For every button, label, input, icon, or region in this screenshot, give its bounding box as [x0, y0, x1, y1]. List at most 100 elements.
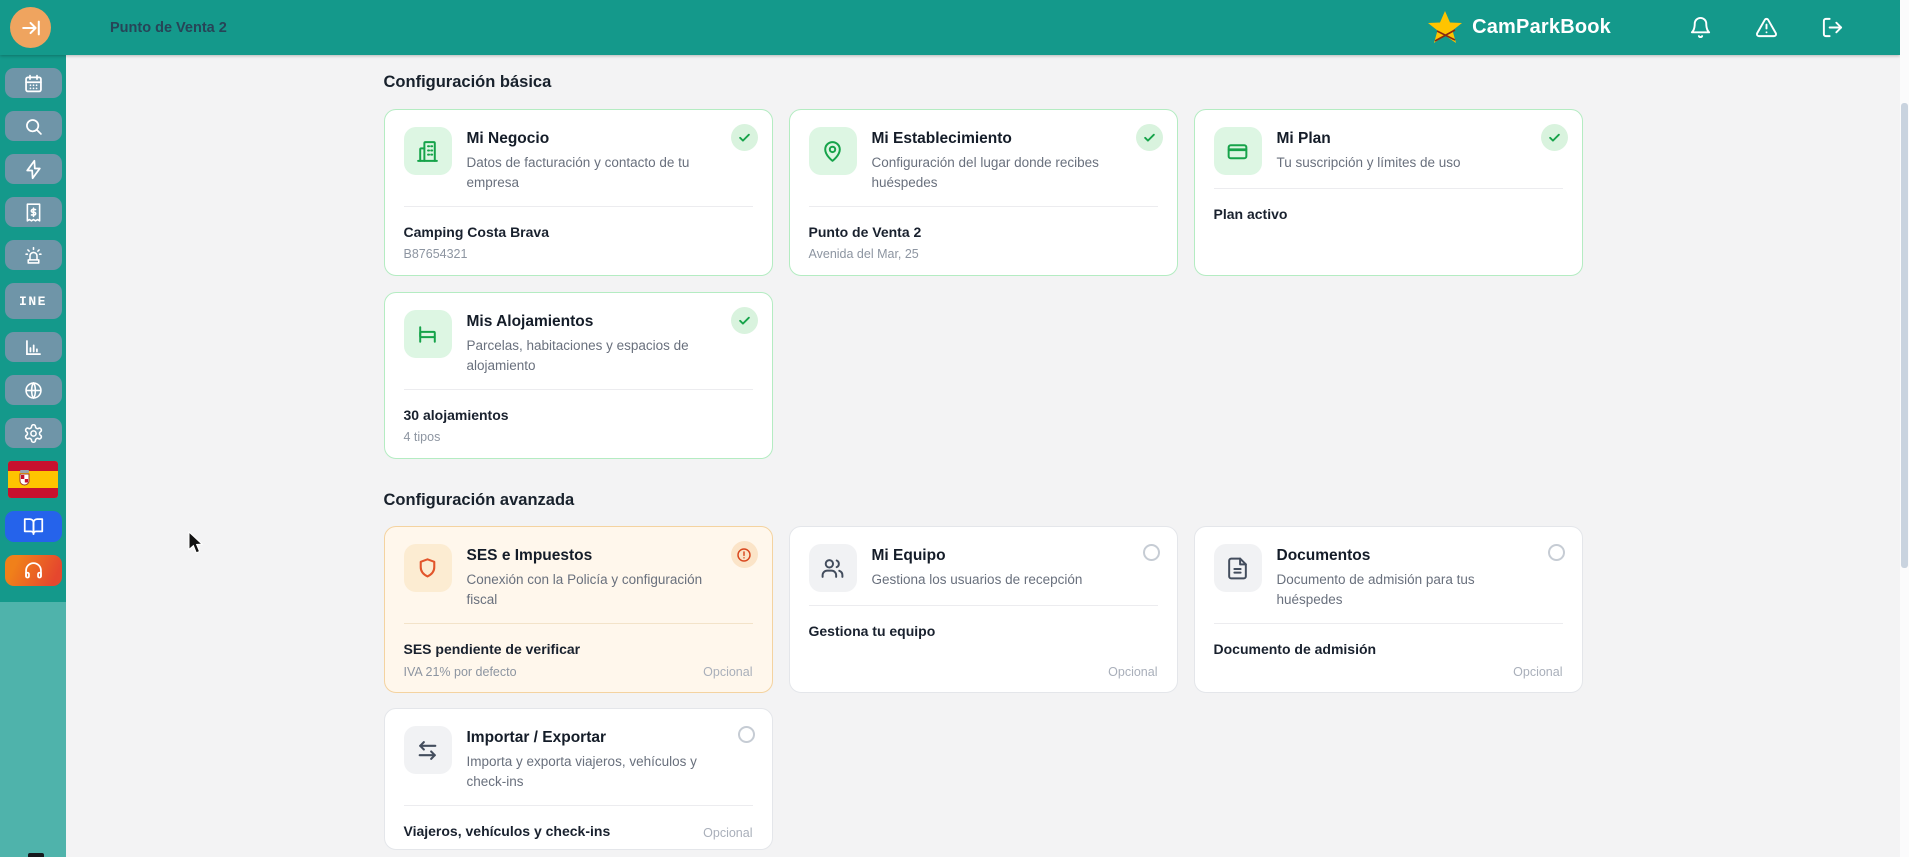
sidebar-item-web[interactable]: [4, 375, 62, 405]
card-footer: Punto de Venta 2 Avenida del Mar, 25: [808, 206, 1158, 262]
card-mi-plan[interactable]: Mi Plan Tu suscripción y límites de uso …: [1193, 109, 1583, 276]
sidebar-item-calendar[interactable]: [4, 68, 62, 98]
footer-bottom-row: Opcional: [1214, 665, 1562, 679]
book-open-icon: [23, 516, 44, 537]
card-titles: Mis Alojamientos Parcelas, habitaciones …: [467, 310, 729, 376]
calendar-icon: [23, 73, 44, 94]
card-description: Documento de admisión para tus huéspedes: [1276, 572, 1475, 607]
section-title-advanced: Configuración avanzada: [383, 491, 575, 509]
footer-subvalue: B87654321: [403, 246, 468, 261]
card-head: Mi Equipo Gestiona los usuarios de recep…: [808, 544, 1158, 592]
collapse-sidebar-button[interactable]: [10, 7, 51, 48]
optional-badge: Opcional: [1108, 665, 1158, 679]
arrow-right-to-line-icon: [20, 17, 42, 39]
footer-value: 30 alojamientos: [403, 407, 509, 423]
card-footer: 30 alojamientos 4 tipos: [403, 389, 753, 445]
card-footer: Viajeros, vehículos y check-ins Opcional: [403, 805, 753, 840]
card-title: Importar / Exportar: [466, 729, 607, 746]
card-titles: Documentos Documento de admisión para tu…: [1277, 544, 1539, 610]
card-titles: Mi Establecimiento Configuración del lug…: [872, 127, 1134, 193]
basic-cards-row-2: Mis Alojamientos Parcelas, habitaciones …: [383, 292, 1583, 459]
footer-value: Punto de Venta 2: [808, 224, 922, 240]
advanced-cards-row-1: SES e Impuestos Conexión con la Policía …: [383, 526, 1583, 693]
footer-value: Plan activo: [1213, 206, 1288, 222]
file-text-icon: [1213, 544, 1262, 592]
card-title: Mi Equipo: [871, 547, 946, 564]
status-completed-badge: [730, 124, 758, 151]
notifications-button[interactable]: [1689, 16, 1712, 39]
card-head: Documentos Documento de admisión para tu…: [1213, 544, 1563, 610]
footer-subvalue: IVA 21% por defecto: [403, 665, 517, 679]
spain-coat-of-arms: [18, 470, 31, 486]
headphones-icon: [23, 560, 44, 581]
bell-icon: [1689, 16, 1712, 39]
card-mis-alojamientos[interactable]: Mis Alojamientos Parcelas, habitaciones …: [383, 292, 773, 459]
brand-name: CamParkBook: [1472, 16, 1611, 38]
map-pin-icon: [808, 127, 857, 175]
card-head: Mi Negocio Datos de facturación y contac…: [403, 127, 753, 193]
card-mi-equipo[interactable]: Mi Equipo Gestiona los usuarios de recep…: [788, 526, 1178, 693]
advanced-cards-row-2: Importar / Exportar Importa y exporta vi…: [383, 708, 1583, 850]
card-mi-establecimiento[interactable]: Mi Establecimiento Configuración del lug…: [788, 109, 1178, 276]
card-footer: Plan activo: [1213, 188, 1563, 262]
log-out-icon: [1821, 16, 1844, 39]
brand-star-icon: [1425, 8, 1465, 48]
card-footer: SES pendiente de verificar IVA 21% por d…: [403, 623, 753, 679]
alerts-button[interactable]: [1755, 16, 1778, 39]
footer-value: Documento de admisión: [1213, 641, 1377, 657]
shield-icon: [403, 544, 452, 592]
card-description: Gestiona los usuarios de recepción: [871, 572, 1083, 587]
credit-card-icon: [1213, 127, 1262, 175]
status-completed-badge: [1135, 124, 1163, 151]
status-warning-badge: [730, 541, 758, 568]
card-title: Mi Negocio: [466, 130, 550, 147]
status-completed-badge: [1540, 124, 1568, 151]
card-head: Importar / Exportar Importa y exporta vi…: [403, 726, 753, 792]
status-completed-badge: [730, 307, 758, 334]
taskbar-notch: [28, 853, 44, 857]
sidebar-item-guide[interactable]: [4, 511, 62, 542]
users-icon: [808, 544, 857, 592]
card-titles: Mi Plan Tu suscripción y límites de uso: [1277, 127, 1539, 175]
sidebar-item-billing[interactable]: [4, 197, 62, 227]
card-description: Importa y exporta viajeros, vehículos y …: [466, 754, 697, 789]
main-area: Configuración básica Mi Negocio Datos de…: [66, 55, 1900, 857]
footer-subvalue: Avenida del Mar, 25: [808, 246, 919, 261]
status-pending-circle: [1547, 544, 1565, 561]
card-description: Datos de facturación y contacto de tu em…: [466, 155, 690, 190]
section-title-basic: Configuración básica: [383, 73, 552, 91]
triangle-alert-icon: [1755, 16, 1778, 39]
sidebar-item-quick-actions[interactable]: [4, 154, 62, 184]
footer-value: Viajeros, vehículos y check-ins: [403, 823, 611, 839]
card-title: Mis Alojamientos: [466, 313, 594, 330]
footer-value: SES pendiente de verificar: [403, 641, 581, 657]
page-scrollbar[interactable]: [1900, 0, 1909, 857]
sidebar-item-support[interactable]: [4, 555, 62, 586]
bed-icon: [403, 310, 452, 358]
settings-dashboard: Configuración básica Mi Negocio Datos de…: [383, 55, 1583, 850]
receipt-dollar-icon: [23, 202, 44, 223]
card-footer: Camping Costa Brava B87654321: [403, 206, 753, 262]
sidebar-item-language-spain-flag[interactable]: [8, 461, 58, 498]
header-actions: [1689, 16, 1844, 39]
brand: CamParkBook: [1425, 8, 1611, 48]
card-head: Mi Plan Tu suscripción y límites de uso: [1213, 127, 1563, 175]
logout-button[interactable]: [1821, 16, 1844, 39]
sidebar-item-ine[interactable]: INE: [4, 283, 62, 319]
card-importar-exportar[interactable]: Importar / Exportar Importa y exporta vi…: [383, 708, 773, 850]
card-documentos[interactable]: Documentos Documento de admisión para tu…: [1193, 526, 1583, 693]
sidebar-item-statistics[interactable]: [4, 332, 62, 362]
siren-icon: [23, 245, 44, 266]
status-pending-circle: [1142, 544, 1160, 561]
zap-icon: [23, 159, 44, 180]
sidebar-item-search[interactable]: [4, 111, 62, 141]
scrollbar-thumb[interactable]: [1901, 103, 1908, 568]
footer-bottom-row: Viajeros, vehículos y check-ins Opcional: [404, 818, 753, 840]
card-title: Mi Plan: [1276, 130, 1331, 147]
card-head: Mis Alojamientos Parcelas, habitaciones …: [403, 310, 753, 376]
card-ses-impuestos[interactable]: SES e Impuestos Conexión con la Policía …: [383, 526, 773, 693]
card-description: Tu suscripción y límites de uso: [1276, 155, 1461, 170]
sidebar-item-settings[interactable]: [4, 418, 62, 448]
card-mi-negocio[interactable]: Mi Negocio Datos de facturación y contac…: [383, 109, 773, 276]
sidebar-item-alarms[interactable]: [4, 240, 62, 270]
